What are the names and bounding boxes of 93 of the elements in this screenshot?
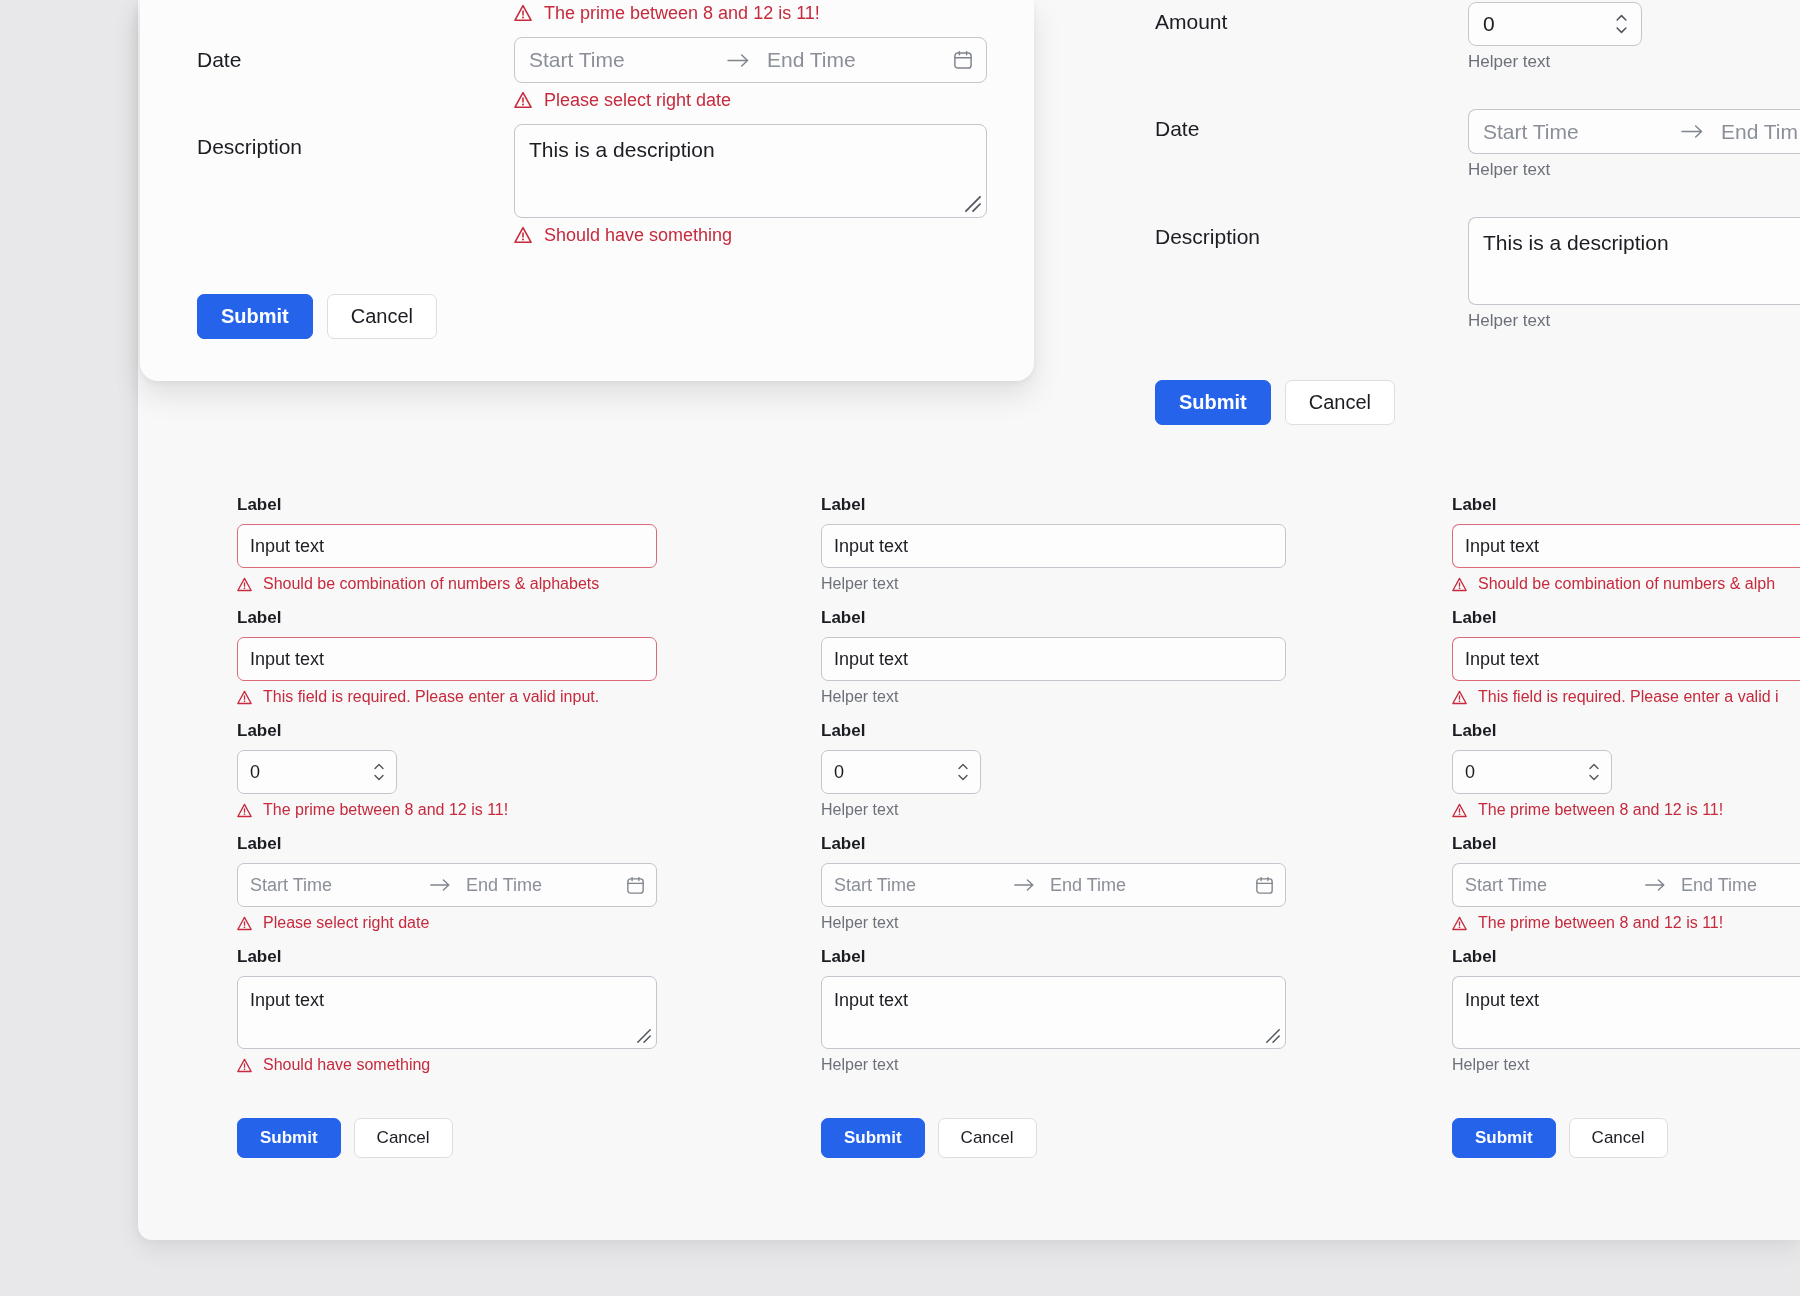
field-label: Label	[237, 947, 282, 967]
calendar-icon[interactable]	[954, 51, 972, 69]
helper-text: Helper text	[1468, 311, 1551, 331]
error-message: The prime between 8 and 12 is 11!	[544, 2, 820, 24]
warning-icon	[237, 689, 252, 705]
submit-button[interactable]: Submit	[237, 1118, 341, 1158]
helper-text: Helper text	[821, 800, 899, 820]
text-input[interactable]: Input text	[237, 637, 657, 681]
field-label: Label	[1452, 947, 1497, 967]
warning-icon	[1452, 802, 1467, 818]
text-input[interactable]: Input text	[821, 524, 1286, 568]
field-label: Label	[821, 834, 866, 854]
field-label: Label	[237, 721, 282, 741]
stepper-icon[interactable]	[374, 763, 384, 781]
submit-button[interactable]: Submit	[197, 294, 313, 339]
resize-handle-icon[interactable]	[1266, 1029, 1280, 1043]
arrow-right-icon	[727, 53, 749, 67]
cancel-button[interactable]: Cancel	[1568, 1118, 1668, 1158]
stepper-icon[interactable]	[1589, 763, 1599, 781]
field-label: Label	[821, 495, 866, 515]
warning-icon	[237, 915, 252, 931]
helper-text: Helper text	[1468, 52, 1551, 72]
field-label: Description	[1155, 225, 1261, 249]
number-input[interactable]: 0	[1468, 2, 1642, 46]
field-label: Label	[821, 608, 866, 628]
field-label: Label	[821, 721, 866, 741]
field-label: Date	[197, 48, 242, 72]
helper-text: Helper text	[1468, 160, 1551, 180]
submit-button[interactable]: Submit	[1155, 380, 1271, 425]
error-message: The prime between 8 and 12 is 11!	[263, 800, 509, 820]
error-message: Please select right date	[544, 89, 732, 111]
text-input[interactable]: Input text	[237, 524, 657, 568]
stepper-icon[interactable]	[1616, 14, 1627, 34]
field-label: Description	[197, 135, 303, 159]
field-label: Label	[237, 495, 282, 515]
cancel-button[interactable]: Cancel	[937, 1118, 1037, 1158]
submit-button[interactable]: Submit	[821, 1118, 925, 1158]
warning-icon	[1452, 915, 1467, 931]
arrow-right-icon	[1014, 879, 1034, 891]
calendar-icon[interactable]	[627, 876, 644, 894]
error-message: Should be combination of numbers & alph	[1478, 574, 1776, 594]
warning-icon	[1452, 689, 1467, 705]
stepper-icon[interactable]	[958, 763, 968, 781]
helper-text: Helper text	[821, 687, 899, 707]
cancel-button[interactable]: Cancel	[326, 294, 438, 339]
helper-text: Helper text	[821, 913, 899, 933]
textarea[interactable]: Input text	[821, 976, 1286, 1049]
text-input[interactable]: Input text	[1452, 524, 1800, 568]
error-message: This field is required. Please enter a valid i	[1478, 687, 1779, 707]
resize-handle-icon[interactable]	[637, 1029, 651, 1043]
field-label: Label	[1452, 608, 1497, 628]
error-message: Should have something	[263, 1055, 431, 1075]
cancel-button[interactable]: Cancel	[1284, 380, 1396, 425]
textarea[interactable]: This is a description	[1468, 217, 1800, 305]
field-label: Label	[237, 608, 282, 628]
number-input[interactable]: 0	[821, 750, 981, 794]
arrow-right-icon	[1645, 879, 1665, 891]
warning-icon	[237, 802, 252, 818]
textarea[interactable]: Input text	[237, 976, 657, 1049]
arrow-right-icon	[430, 879, 450, 891]
error-message: This field is required. Please enter a valid input.	[263, 687, 600, 707]
error-message: The prime between 8 and 12 is 11!	[1478, 913, 1724, 933]
warning-icon	[514, 4, 532, 22]
error-message: Please select right date	[263, 913, 430, 933]
field-label: Label	[821, 947, 866, 967]
field-label: Label	[237, 834, 282, 854]
submit-button[interactable]: Submit	[1452, 1118, 1556, 1158]
field-label: Label	[1452, 495, 1497, 515]
helper-text: Helper text	[821, 1055, 899, 1075]
error-message: The prime between 8 and 12 is 11!	[1478, 800, 1724, 820]
warning-icon	[237, 1057, 252, 1073]
calendar-icon[interactable]	[1256, 876, 1273, 894]
field-label: Amount	[1155, 10, 1228, 34]
field-label: Label	[1452, 834, 1497, 854]
resize-handle-icon[interactable]	[965, 196, 981, 212]
warning-icon	[237, 576, 252, 592]
error-message: Should have something	[544, 224, 733, 246]
arrow-right-icon	[1681, 125, 1703, 138]
text-input[interactable]: Input text	[821, 637, 1286, 681]
error-message: Should be combination of numbers & alphabets	[263, 574, 600, 594]
textarea[interactable]: Input text	[1452, 976, 1800, 1049]
helper-text: Helper text	[821, 574, 899, 594]
warning-icon	[514, 91, 532, 109]
cancel-button[interactable]: Cancel	[353, 1118, 453, 1158]
number-input[interactable]: 0	[1452, 750, 1612, 794]
warning-icon	[1452, 576, 1467, 592]
warning-icon	[514, 226, 532, 244]
textarea[interactable]: This is a description	[514, 124, 987, 218]
text-input[interactable]: Input text	[1452, 637, 1800, 681]
field-label: Date	[1155, 117, 1200, 141]
helper-text: Helper text	[1452, 1055, 1530, 1075]
field-label: Label	[1452, 721, 1497, 741]
number-input[interactable]: 0	[237, 750, 397, 794]
